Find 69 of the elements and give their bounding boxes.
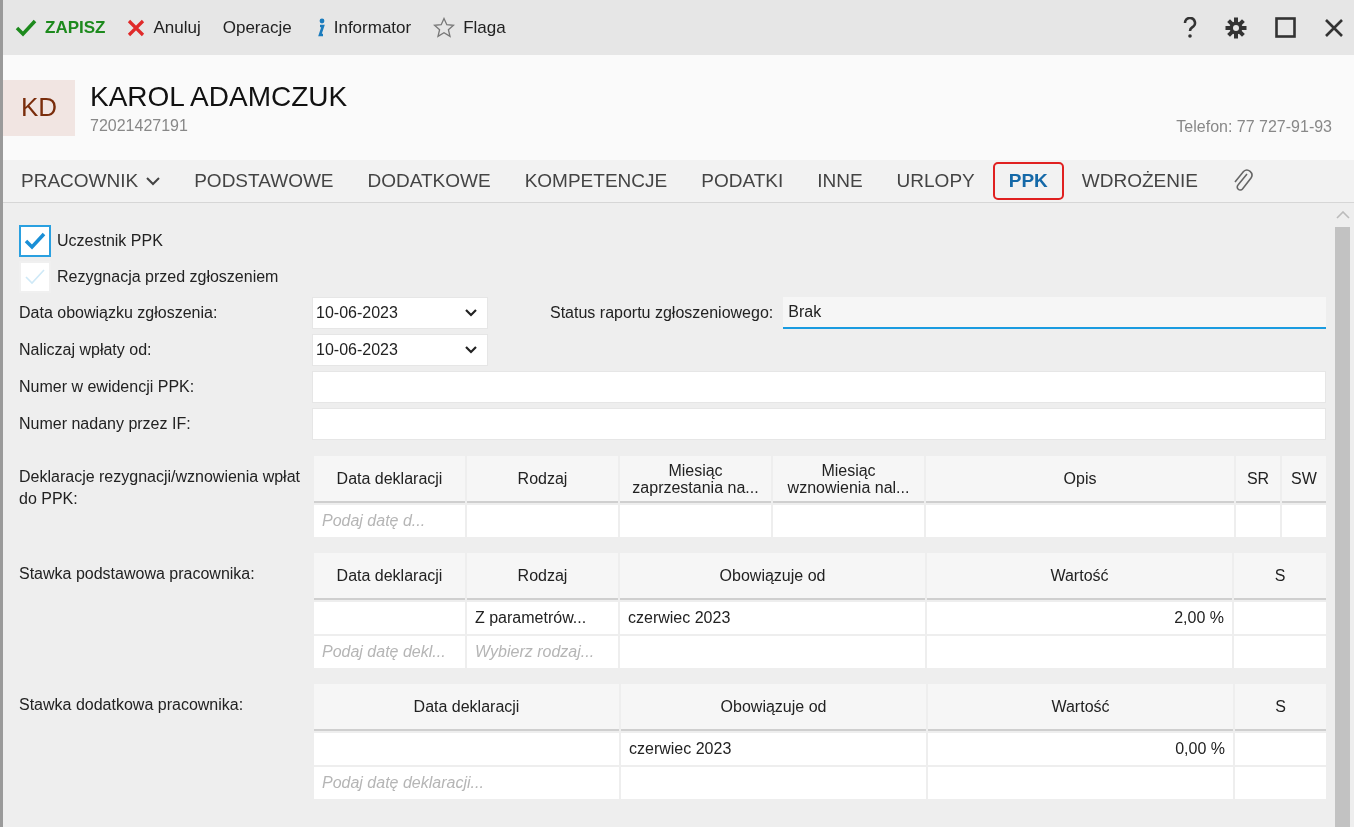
help-icon[interactable] (1183, 16, 1197, 39)
tab[interactable]: PODATKI (685, 162, 800, 200)
field-label: Data obowiązku zgłoszenia: (19, 304, 219, 322)
toolbar-button[interactable]: Flaga (431, 13, 508, 42)
input-field[interactable] (312, 408, 1326, 440)
phone-text: Telefon: 77 727-91-93 (1176, 118, 1332, 136)
tab[interactable]: DODATKOWE (351, 162, 507, 200)
chevron-down-icon (465, 309, 477, 317)
column-header: Rodzaj (467, 553, 618, 600)
checkbox[interactable] (19, 225, 51, 257)
employee-name: KAROL ADAMCZUK (90, 80, 348, 113)
close-icon (127, 18, 146, 37)
column-header: Obowiązuje od (620, 553, 925, 600)
input-field[interactable] (312, 371, 1326, 403)
table-cell: czerwiec 2023 (620, 602, 925, 634)
field-label: Numer w ewidencji PPK: (19, 378, 196, 396)
column-header: Miesiąc zaprzestania na... (620, 456, 771, 503)
column-header: SW (1282, 456, 1326, 503)
tab[interactable]: PPK (992, 162, 1064, 200)
close-icon[interactable] (1324, 17, 1344, 38)
date-field[interactable]: 10-06-2023 (312, 334, 488, 366)
checkmark-icon (24, 268, 46, 286)
star-icon (433, 17, 456, 38)
checkbox-label: Rezygnacja przed zgłoszeniem (57, 268, 279, 286)
column-header: Wartość (928, 684, 1233, 731)
section-label: Stawka dodatkowa pracownika: (19, 695, 245, 715)
field-label: Numer nadany przez IF: (19, 415, 192, 433)
status-field[interactable]: Brak (783, 297, 1326, 329)
field-label: Naliczaj wpłaty od: (19, 341, 153, 359)
table-cell: 0,00 % (928, 733, 1233, 765)
employee-id: 72021427191 (90, 116, 189, 135)
toolbar-button[interactable]: Anuluj (125, 13, 203, 42)
chevron-down-icon (146, 176, 161, 186)
column-header: S (1234, 553, 1326, 600)
checkmark-icon (24, 232, 46, 250)
column-header: Wartość (927, 553, 1232, 600)
column-header: Data deklaracji (314, 553, 465, 600)
tab[interactable]: PODSTAWOWE (178, 162, 350, 200)
table-cell: 2,00 % (927, 602, 1232, 634)
column-header: SR (1236, 456, 1280, 503)
checkbox-label: Uczestnik PPK (57, 232, 163, 250)
chevron-down-icon (465, 346, 477, 354)
maximize-icon[interactable] (1275, 17, 1296, 38)
field-label: Status raportu zgłoszeniowego: (550, 304, 774, 322)
checkmark-icon (15, 18, 37, 37)
tab[interactable]: INNE (801, 162, 879, 200)
column-header: Opis (926, 456, 1234, 503)
tab[interactable]: PRACOWNIK (17, 162, 177, 200)
paperclip-icon[interactable] (1231, 168, 1254, 194)
table-cell: czerwiec 2023 (621, 733, 926, 765)
tab[interactable]: KOMPETENCJE (508, 162, 684, 200)
scrollbar-thumb[interactable] (1335, 227, 1350, 827)
tab[interactable]: WDROŻENIE (1065, 162, 1214, 200)
column-header: Rodzaj (467, 456, 618, 503)
column-header: Obowiązuje od (621, 684, 926, 731)
toolbar-button[interactable]: ZAPISZ (13, 13, 108, 42)
toolbar-button[interactable]: Operacje (220, 13, 294, 42)
settings-icon[interactable] (1225, 16, 1247, 39)
section-label: Deklaracje rezygnacji/wznowienia wpłat do PPK: (19, 467, 301, 509)
column-header: Data deklaracji (314, 684, 619, 731)
tab[interactable]: URLOPY (880, 162, 991, 200)
avatar-initials: KD (3, 79, 75, 136)
column-header: Miesiąc wznowienia nal... (773, 456, 924, 503)
date-field[interactable]: 10-06-2023 (312, 297, 488, 329)
column-header: S (1235, 684, 1326, 731)
section-label: Stawka podstawowa pracownika: (19, 564, 256, 584)
column-header: Data deklaracji (314, 456, 465, 503)
toolbar-button[interactable]: Informator (311, 13, 414, 42)
table-cell: Z parametrów... (467, 602, 618, 634)
